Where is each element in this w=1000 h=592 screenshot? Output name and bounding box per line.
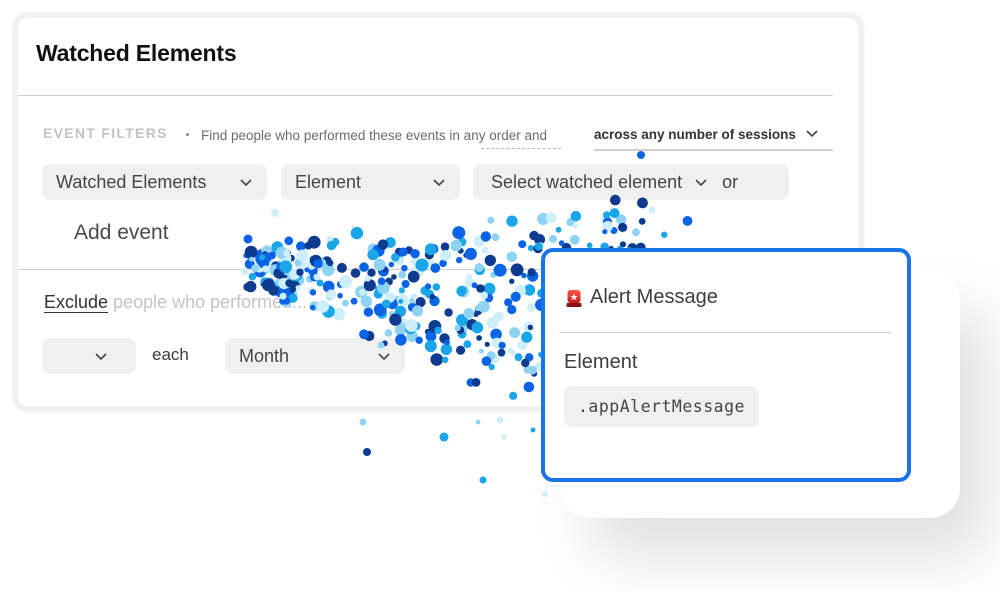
each-label: each [152,345,189,364]
particle-dot [542,491,548,497]
particle-dot [496,416,504,424]
order-term[interactable]: in any order [449,128,520,143]
element-detail-popup: Alert Message Element .appAlertMessage [541,248,911,482]
add-event-button[interactable]: Add event [74,221,169,245]
event-select[interactable]: Watched Elements [42,164,267,200]
event-filters-description: Find people who performed these events i… [201,128,547,143]
selector-code-chip: .appAlertMessage [564,386,759,427]
title-divider [18,95,833,96]
event-filters-label: EVENT FILTERS [43,125,168,141]
order-term-underline [481,148,561,149]
element-field-label: Element [564,351,638,373]
event-select-value: Watched Elements [56,171,207,192]
chevron-down-icon [694,177,708,187]
particle-dot [439,432,449,442]
sessions-select[interactable]: across any number of sessions [594,127,833,151]
value-select[interactable]: Select watched element or [473,164,789,200]
period-select[interactable]: Month [225,338,405,374]
count-select[interactable] [42,338,136,374]
particle-dot [359,418,367,426]
exclude-line: Exclude people who performed... [44,292,307,313]
particle-dot [530,427,536,433]
and-word: and [524,128,548,143]
siren-icon [566,288,582,308]
exclude-link[interactable]: Exclude [44,292,108,312]
property-select[interactable]: Element [281,164,460,200]
particle-dot [501,434,507,440]
popup-divider [559,332,891,333]
exclude-placeholder: people who performed... [113,292,308,312]
chevron-down-icon [805,128,819,138]
or-label: or [722,171,739,192]
chevron-down-icon [432,177,446,187]
separator-dot [186,133,189,136]
sessions-select-value: across any number of sessions [594,127,796,142]
value-select-placeholder: Select watched element [491,171,683,192]
popup-title: Alert Message [566,286,718,309]
popup-title-text: Alert Message [590,286,718,308]
particle-dot [479,476,487,484]
chevron-down-icon [239,177,253,187]
chevron-down-icon [377,351,391,361]
property-select-value: Element [295,171,362,192]
particle-dot [363,448,371,456]
chevron-down-icon [94,351,108,361]
card-title: Watched Elements [36,40,237,66]
particle-dot [475,419,481,425]
description-prefix: Find people who performed these events [201,128,446,143]
period-select-value: Month [239,345,290,366]
